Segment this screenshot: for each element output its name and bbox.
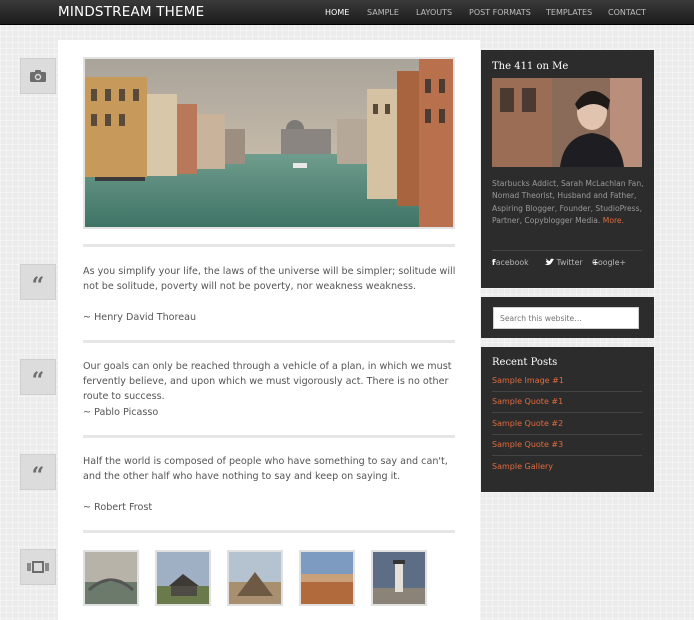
- recent-post-link[interactable]: Sample Quote #1: [492, 397, 642, 406]
- quote-icon: “: [20, 454, 56, 490]
- search-input[interactable]: [493, 307, 639, 329]
- nav-sample[interactable]: SAMPLE: [367, 8, 399, 17]
- nav-home[interactable]: HOME: [325, 8, 349, 17]
- facebook-label: Facebook: [492, 258, 529, 267]
- gallery-thumbnail[interactable]: [227, 550, 283, 606]
- post-divider: [83, 435, 455, 438]
- nav-contact[interactable]: CONTACT: [608, 8, 646, 17]
- post-author: ~ Robert Frost: [83, 502, 153, 513]
- top-navigation-bar: MINDSTREAM THEME HOME SAMPLE LAYOUTS POS…: [0, 0, 694, 25]
- widget-title: Recent Posts: [492, 357, 558, 368]
- post-author: ~ Henry David Thoreau: [83, 312, 197, 323]
- recent-posts-widget: Recent Posts Sample Image #1 Sample Quot…: [481, 347, 654, 492]
- twitter-link[interactable]: Twitter: [545, 258, 583, 267]
- nav-templates[interactable]: TEMPLATES: [546, 8, 592, 17]
- recent-post-link[interactable]: Sample Quote #3: [492, 440, 642, 449]
- more-link[interactable]: More.: [603, 216, 624, 225]
- main-nav: HOME SAMPLE LAYOUTS POST FORMATS TEMPLAT…: [0, 8, 694, 20]
- recent-post-link[interactable]: Sample Quote #2: [492, 419, 642, 428]
- divider: [492, 391, 642, 392]
- about-text: Starbucks Addict, Sarah McLachlan Fan, N…: [492, 178, 644, 228]
- divider: [492, 434, 642, 435]
- post-quote: Our goals can only be reached through a …: [83, 361, 452, 402]
- featured-image[interactable]: [83, 57, 455, 229]
- recent-post-link[interactable]: Sample Image #1: [492, 376, 642, 385]
- post-divider: [83, 340, 455, 343]
- gallery-thumbnail[interactable]: [83, 550, 139, 606]
- facebook-icon: f: [492, 258, 496, 267]
- post-divider: [83, 244, 455, 247]
- gallery-icon: [20, 549, 56, 585]
- nav-post-formats[interactable]: POST FORMATS: [469, 8, 531, 17]
- plus-icon: +: [592, 258, 599, 267]
- post-author: ~ Pablo Picasso: [83, 407, 159, 418]
- twitter-label: Twitter: [556, 258, 583, 267]
- facebook-link[interactable]: f Facebook: [492, 258, 529, 267]
- gallery-thumbnail[interactable]: [299, 550, 355, 606]
- recent-post-link[interactable]: Sample Gallery: [492, 462, 642, 471]
- camera-icon: [20, 58, 56, 94]
- quote-icon: “: [20, 264, 56, 300]
- widget-title: The 411 on Me: [492, 61, 569, 72]
- nav-layouts[interactable]: LAYOUTS: [416, 8, 452, 17]
- post-divider: [83, 530, 455, 533]
- gallery-thumbnail[interactable]: [155, 550, 211, 606]
- divider: [492, 455, 642, 456]
- twitter-icon: [545, 258, 554, 266]
- gallery-thumbnail[interactable]: [371, 550, 427, 606]
- quote-icon: “: [20, 359, 56, 395]
- post-quote: Half the world is composed of people who…: [83, 456, 448, 482]
- about-widget: The 411 on Me Starbucks Addict, Sarah Mc…: [481, 50, 654, 288]
- googleplus-link[interactable]: + Google+: [592, 258, 626, 267]
- search-widget: [481, 297, 654, 338]
- social-links: f Facebook Twitter + Google+: [492, 258, 644, 270]
- author-photo: [492, 78, 642, 167]
- divider: [492, 250, 642, 251]
- divider: [492, 412, 642, 413]
- post-quote: As you simplify your life, the laws of t…: [83, 266, 456, 292]
